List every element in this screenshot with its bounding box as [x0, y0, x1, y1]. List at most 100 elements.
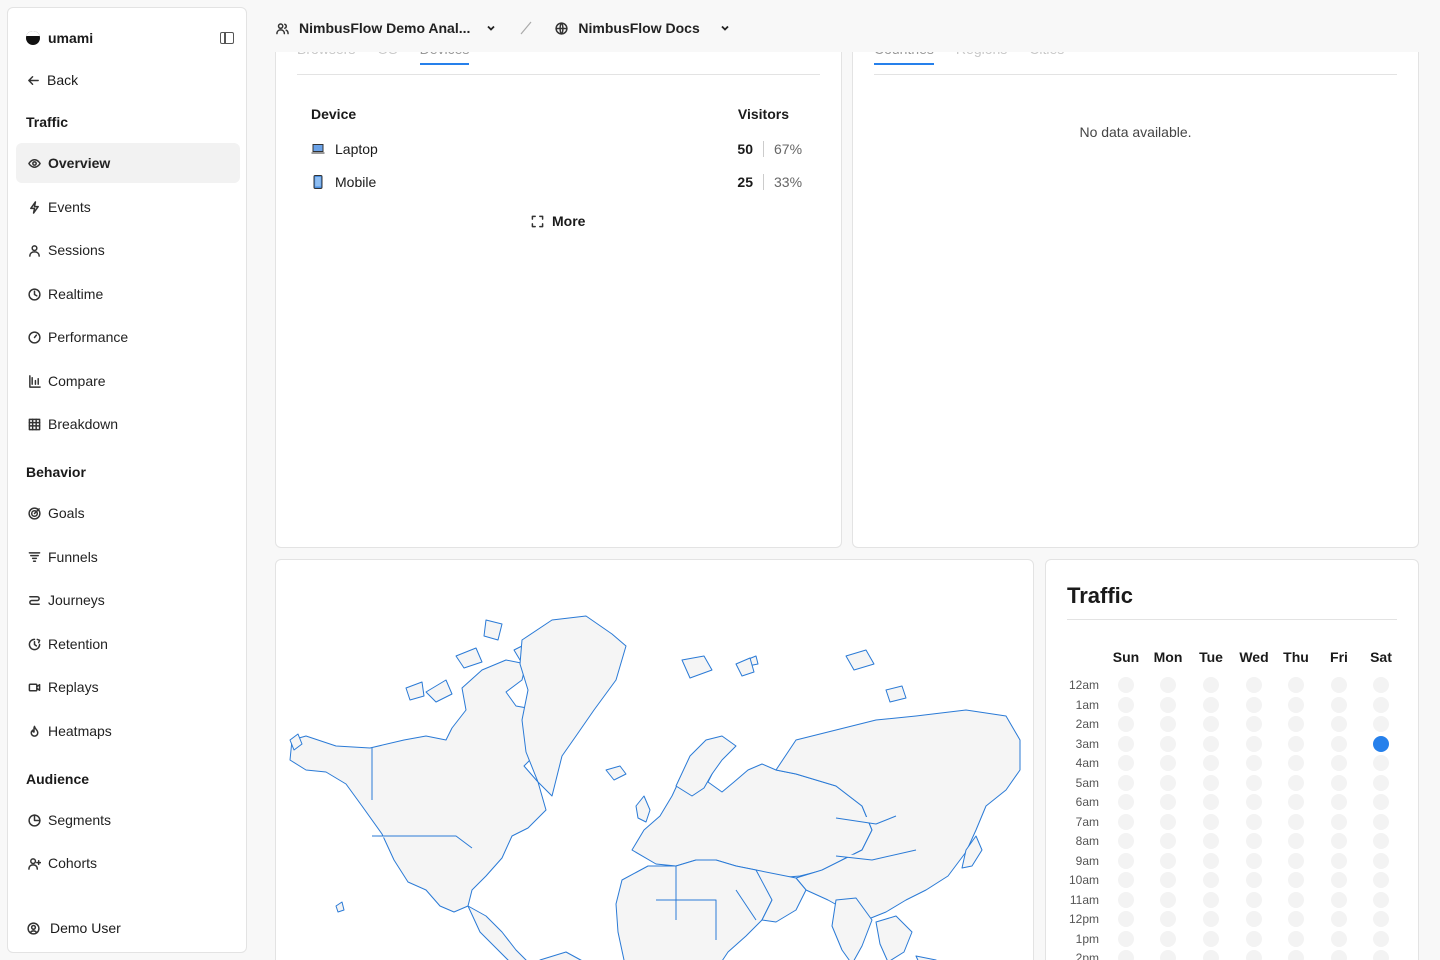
heatmap-cell[interactable]	[1246, 930, 1262, 947]
back-link[interactable]: Back	[26, 70, 78, 90]
heatmap-cell[interactable]	[1203, 677, 1219, 693]
sidebar-item-cohorts[interactable]: Cohorts	[16, 843, 240, 883]
tab-countries[interactable]: Countries	[874, 52, 934, 65]
heatmap-cell[interactable]	[1373, 872, 1389, 888]
heatmap-cell[interactable]	[1246, 735, 1262, 752]
heatmap-cell[interactable]	[1160, 774, 1176, 791]
heatmap-cell[interactable]	[1118, 911, 1134, 927]
heatmap-cell[interactable]	[1373, 755, 1389, 771]
heatmap-cell[interactable]	[1118, 872, 1134, 888]
heatmap-cell[interactable]	[1203, 911, 1219, 927]
sidebar-item-realtime[interactable]: Realtime	[16, 274, 240, 314]
tab-os[interactable]: OS	[377, 52, 397, 65]
heatmap-cell[interactable]	[1288, 716, 1304, 732]
heatmap-cell[interactable]	[1160, 755, 1176, 771]
heatmap-cell[interactable]	[1246, 891, 1262, 908]
sidebar-item-overview[interactable]: Overview	[16, 143, 240, 183]
heatmap-cell[interactable]	[1373, 677, 1389, 693]
sidebar-item-compare[interactable]: Compare	[16, 361, 240, 401]
heatmap-cell[interactable]	[1203, 930, 1219, 947]
heatmap-cell[interactable]	[1331, 774, 1347, 791]
tab-cities[interactable]: Cities	[1029, 52, 1064, 65]
heatmap-cell[interactable]	[1288, 774, 1304, 791]
heatmap-cell[interactable]	[1331, 755, 1347, 771]
heatmap-cell[interactable]	[1373, 891, 1389, 908]
heatmap-cell[interactable]	[1160, 950, 1176, 960]
heatmap-cell[interactable]	[1160, 696, 1176, 713]
heatmap-cell[interactable]	[1118, 735, 1134, 752]
heatmap-cell[interactable]	[1246, 833, 1262, 849]
heatmap-cell[interactable]	[1118, 891, 1134, 908]
heatmap-cell[interactable]	[1246, 774, 1262, 791]
heatmap-cell[interactable]	[1203, 813, 1219, 830]
user-menu[interactable]: Demo User	[26, 920, 121, 936]
heatmap-cell[interactable]	[1331, 677, 1347, 693]
heatmap-cell[interactable]	[1118, 930, 1134, 947]
heatmap-cell[interactable]	[1160, 716, 1176, 732]
sidebar-item-funnels[interactable]: Funnels	[16, 537, 240, 577]
heatmap-cell[interactable]	[1203, 833, 1219, 849]
heatmap-cell[interactable]	[1288, 872, 1304, 888]
heatmap-cell[interactable]	[1288, 950, 1304, 960]
heatmap-cell[interactable]	[1118, 774, 1134, 791]
tab-regions[interactable]: Regions	[956, 52, 1007, 65]
heatmap-cell[interactable]	[1288, 735, 1304, 752]
sidebar-item-goals[interactable]: Goals	[16, 493, 240, 533]
heatmap-cell[interactable]	[1160, 930, 1176, 947]
sidebar-item-segments[interactable]: Segments	[16, 800, 240, 840]
heatmap-cell[interactable]	[1373, 774, 1389, 791]
heatmap-cell[interactable]	[1288, 813, 1304, 830]
heatmap-cell[interactable]	[1160, 872, 1176, 888]
heatmap-cell[interactable]	[1331, 930, 1347, 947]
heatmap-cell[interactable]	[1331, 735, 1347, 752]
heatmap-cell[interactable]	[1160, 833, 1176, 849]
heatmap-cell[interactable]	[1331, 813, 1347, 830]
tab-devices[interactable]: Devices	[419, 52, 470, 65]
sidebar-item-events[interactable]: Events	[16, 187, 240, 227]
heatmap-cell[interactable]	[1288, 852, 1304, 869]
heatmap-cell[interactable]	[1118, 852, 1134, 869]
more-button[interactable]: More	[530, 213, 585, 229]
heatmap-cell[interactable]	[1160, 911, 1176, 927]
world-map[interactable]	[276, 560, 1034, 960]
heatmap-cell[interactable]	[1373, 852, 1389, 869]
heatmap-cell[interactable]	[1373, 930, 1389, 947]
heatmap-cell[interactable]	[1246, 716, 1262, 732]
heatmap-cell[interactable]	[1331, 891, 1347, 908]
heatmap-cell[interactable]	[1160, 677, 1176, 693]
team-selector[interactable]: NimbusFlow Demo Anal...	[299, 20, 470, 36]
heatmap-cell[interactable]	[1160, 735, 1176, 752]
heatmap-cell[interactable]	[1118, 755, 1134, 771]
heatmap-cell[interactable]	[1331, 872, 1347, 888]
heatmap-cell[interactable]	[1288, 891, 1304, 908]
heatmap-cell[interactable]	[1246, 794, 1262, 810]
heatmap-cell[interactable]	[1246, 852, 1262, 869]
heatmap-cell[interactable]	[1373, 716, 1389, 732]
heatmap-cell[interactable]	[1203, 774, 1219, 791]
heatmap-cell[interactable]	[1331, 852, 1347, 869]
heatmap-cell[interactable]	[1373, 794, 1389, 810]
heatmap-cell[interactable]	[1373, 696, 1389, 713]
heatmap-cell[interactable]	[1288, 755, 1304, 771]
heatmap-cell[interactable]	[1288, 930, 1304, 947]
heatmap-cell[interactable]	[1373, 950, 1389, 960]
heatmap-cell[interactable]	[1118, 716, 1134, 732]
heatmap-cell[interactable]	[1373, 735, 1389, 752]
heatmap-cell[interactable]	[1331, 716, 1347, 732]
heatmap-cell[interactable]	[1203, 716, 1219, 732]
heatmap-cell[interactable]	[1118, 696, 1134, 713]
heatmap-cell[interactable]	[1203, 872, 1219, 888]
heatmap-cell[interactable]	[1160, 852, 1176, 869]
heatmap-cell[interactable]	[1203, 852, 1219, 869]
heatmap-cell[interactable]	[1203, 696, 1219, 713]
heatmap-cell[interactable]	[1246, 911, 1262, 927]
heatmap-cell[interactable]	[1246, 755, 1262, 771]
heatmap-cell[interactable]	[1118, 677, 1134, 693]
heatmap-cell[interactable]	[1288, 911, 1304, 927]
heatmap-cell[interactable]	[1118, 950, 1134, 960]
sidebar-item-replays[interactable]: Replays	[16, 667, 240, 707]
heatmap-cell[interactable]	[1331, 950, 1347, 960]
heatmap-cell[interactable]	[1118, 794, 1134, 810]
table-row[interactable]: Laptop 50 67%	[311, 138, 805, 160]
heatmap-cell[interactable]	[1246, 677, 1262, 693]
